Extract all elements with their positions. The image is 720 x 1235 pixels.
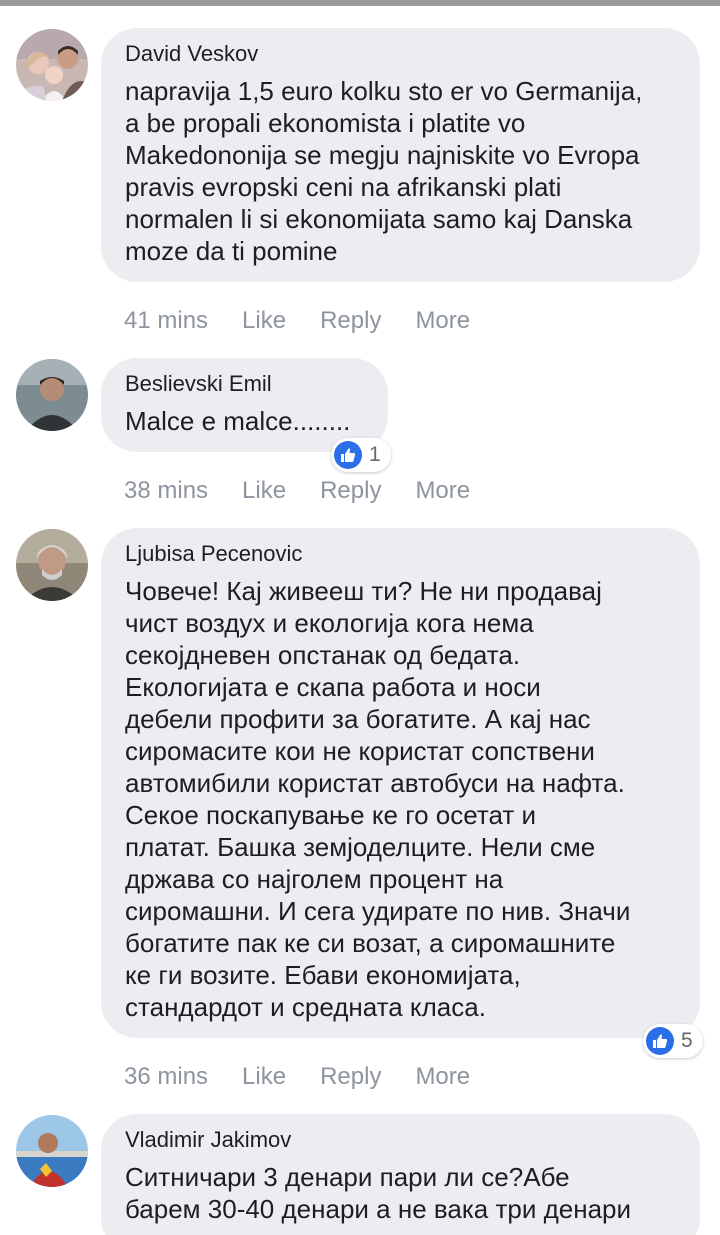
like-button[interactable]: Like [242,307,286,335]
comment-author[interactable]: Vladimir Jakimov [125,1127,676,1153]
avatar[interactable] [16,29,88,101]
comment-text: Malce e malce........ [125,406,351,436]
reaction-count: 5 [681,1029,693,1052]
comment-author[interactable]: David Veskov [125,41,676,67]
reaction-badge[interactable]: 1 [331,438,391,472]
comment-bubble: Ljubisa Pecenovic Човече! Кај живееш ти?… [101,528,700,1038]
comment-actions: 38 mins Like Reply More [124,477,504,505]
avatar[interactable] [16,359,88,431]
reaction-count: 1 [369,443,381,466]
top-status-bar [0,0,720,6]
comment-author[interactable]: Ljubisa Pecenovic [125,541,676,567]
more-button[interactable]: More [415,1063,470,1091]
comment-timestamp[interactable]: 38 mins [124,477,208,505]
comment-bubble: Vladimir Jakimov Ситничари 3 денари пари… [101,1114,700,1235]
comment-bubble: David Veskov napravija 1,5 euro kolku st… [101,28,700,282]
comment-text: napravija 1,5 euro kolku sto er vo Germa… [125,76,643,266]
comment-timestamp[interactable]: 36 mins [124,1063,208,1091]
avatar[interactable] [16,1115,88,1187]
avatar[interactable] [16,529,88,601]
comment-text: Ситничари 3 денари пари ли се?Абе барем … [125,1162,632,1224]
like-button[interactable]: Like [242,477,286,505]
more-button[interactable]: More [415,307,470,335]
thumbs-up-icon [646,1027,674,1055]
comment-timestamp[interactable]: 41 mins [124,307,208,335]
like-button[interactable]: Like [242,1063,286,1091]
more-button[interactable]: More [415,477,470,505]
reaction-badge[interactable]: 5 [643,1024,703,1058]
thumbs-up-icon [334,441,362,469]
reply-button[interactable]: Reply [320,477,381,505]
reply-button[interactable]: Reply [320,307,381,335]
comment-actions: 36 mins Like Reply More [124,1063,504,1091]
comment-actions: 41 mins Like Reply More [124,307,504,335]
comment-author[interactable]: Beslievski Emil [125,371,364,397]
reply-button[interactable]: Reply [320,1063,381,1091]
comment-text: Човече! Кај живееш ти? Не ни продавај чи… [125,576,631,1022]
